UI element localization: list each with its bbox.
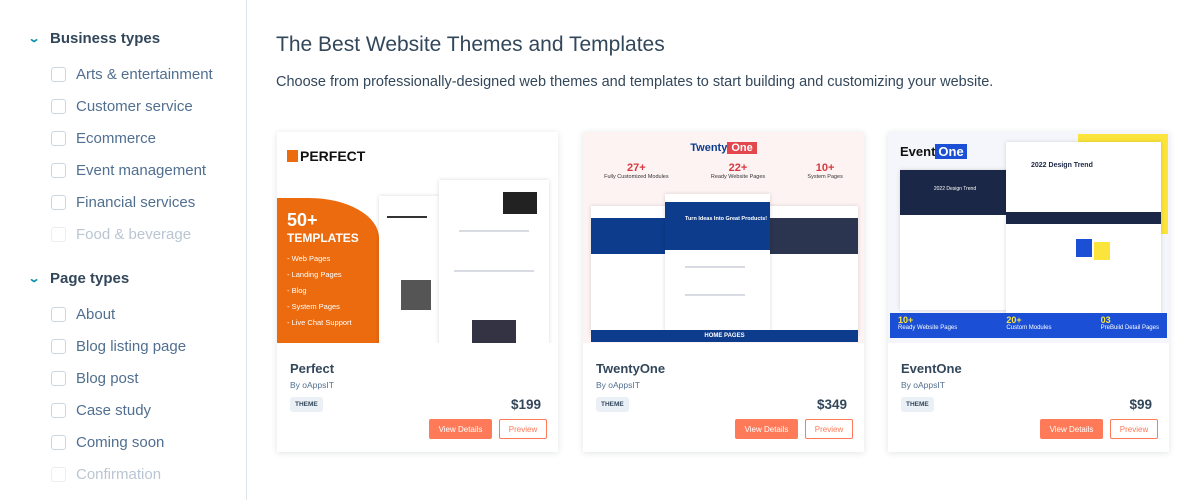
page-mockup: [439, 180, 549, 343]
page-title: The Best Website Themes and Templates: [276, 33, 665, 56]
thumbnail-eventone[interactable]: Event One 2022 Design Trend 2022 Design T…: [888, 132, 1169, 343]
filter-label: Customer service: [76, 98, 193, 115]
filter-label: Confirmation: [76, 466, 162, 483]
filter-label: Food & beverage: [76, 226, 192, 243]
filter-label: Blog listing page: [76, 338, 187, 355]
view-details-button[interactable]: View Details: [1040, 419, 1103, 439]
page-mockup: [379, 196, 439, 343]
filter-option[interactable]: Event management: [51, 162, 206, 179]
checkbox[interactable]: [51, 67, 66, 82]
promo-panel: 50+ TEMPLATES - Web Pages - Landing Page…: [277, 198, 379, 343]
type-badge: THEME: [596, 397, 629, 412]
card-price: $349: [816, 397, 847, 412]
filter-option[interactable]: Customer service: [51, 98, 193, 115]
filter-label: Case study: [76, 402, 152, 419]
chevron-down-icon: ⌄: [27, 33, 41, 45]
theme-card-perfect[interactable]: PERFECT 50+ TEMPLATES - Web Pages - Land…: [277, 132, 558, 452]
thumbnail-twentyone[interactable]: Twenty One 27+ Fully Customized Modules 22…: [583, 132, 864, 343]
page-mockup: 2022 Design Trend: [1006, 142, 1161, 322]
checkbox[interactable]: [51, 403, 66, 418]
filter-option[interactable]: About: [51, 306, 115, 323]
type-badge: THEME: [290, 397, 323, 412]
preview-button[interactable]: Preview: [805, 419, 853, 439]
checkbox[interactable]: [51, 131, 66, 146]
page-mockup: Turn Ideas Into Great Products!: [665, 194, 770, 339]
stats-banner: 10+ Ready Website Pages 20+ Custom Modules…: [890, 313, 1167, 338]
filter-option[interactable]: Ecommerce: [51, 130, 156, 147]
perfect-logo: PERFECT: [287, 148, 365, 164]
page-subtitle: Choose from professionally-designed web …: [276, 74, 994, 90]
view-details-button[interactable]: View Details: [735, 419, 798, 439]
card-title[interactable]: Perfect: [290, 361, 334, 376]
filter-option[interactable]: Case study: [51, 402, 151, 419]
theme-card-twentyone[interactable]: Twenty One 27+ Fully Customized Modules 22…: [583, 132, 864, 452]
filter-option[interactable]: Confirmation: [51, 466, 161, 483]
eventone-logo: Event One: [900, 144, 967, 159]
filter-option[interactable]: Arts & entertainment: [51, 66, 213, 83]
filter-label: Blog post: [76, 370, 139, 387]
chevron-down-icon: ⌄: [27, 273, 41, 285]
type-badge: THEME: [901, 397, 934, 412]
filter-label: Arts & entertainment: [76, 66, 213, 83]
card-author: By oAppsIT: [596, 380, 640, 390]
card-title[interactable]: TwentyOne: [596, 361, 665, 376]
twentyone-logo: Twenty One: [583, 142, 864, 154]
stats-row: 27+ Fully Customized Modules 22+ Ready Web…: [604, 162, 843, 180]
preview-button[interactable]: Preview: [499, 419, 547, 439]
checkbox[interactable]: [51, 371, 66, 386]
card-price: $99: [1129, 397, 1152, 412]
card-author: By oAppsIT: [901, 380, 945, 390]
group-business-types[interactable]: ⌄ Business types: [27, 30, 161, 47]
card-author: By oAppsIT: [290, 380, 334, 390]
checkbox[interactable]: [51, 435, 66, 450]
theme-card-eventone[interactable]: Event One 2022 Design Trend 2022 Design T…: [888, 132, 1169, 452]
checkbox[interactable]: [51, 99, 66, 114]
filter-option[interactable]: Coming soon: [51, 434, 164, 451]
group-page-types[interactable]: ⌄ Page types: [27, 270, 130, 287]
thumbnail-perfect[interactable]: PERFECT 50+ TEMPLATES - Web Pages - Land…: [277, 132, 558, 343]
checkbox[interactable]: [51, 163, 66, 178]
card-title[interactable]: EventOne: [901, 361, 962, 376]
filter-option[interactable]: Blog listing page: [51, 338, 186, 355]
checkbox[interactable]: [51, 227, 66, 242]
checkbox[interactable]: [51, 339, 66, 354]
filter-label: Ecommerce: [76, 130, 157, 147]
page-mockup: 2022 Design Trend: [900, 170, 1010, 310]
view-details-button[interactable]: View Details: [429, 419, 492, 439]
filter-label: Coming soon: [76, 434, 165, 451]
preview-button[interactable]: Preview: [1110, 419, 1158, 439]
checkbox[interactable]: [51, 307, 66, 322]
filter-label: Financial services: [76, 194, 196, 211]
checkbox[interactable]: [51, 467, 66, 482]
filter-label: About: [76, 306, 116, 323]
card-price: $199: [510, 397, 541, 412]
filter-sidebar: ⌄ Business types Arts & entertainment Cust…: [0, 0, 247, 500]
filter-option[interactable]: Blog post: [51, 370, 139, 387]
home-pages-banner: HOME PAGES: [591, 330, 858, 342]
group-title: Page types: [50, 270, 130, 287]
filter-option[interactable]: Food & beverage: [51, 226, 191, 243]
filter-option[interactable]: Financial services: [51, 194, 195, 211]
filter-label: Event management: [76, 162, 207, 179]
group-title: Business types: [50, 30, 161, 47]
checkbox[interactable]: [51, 195, 66, 210]
